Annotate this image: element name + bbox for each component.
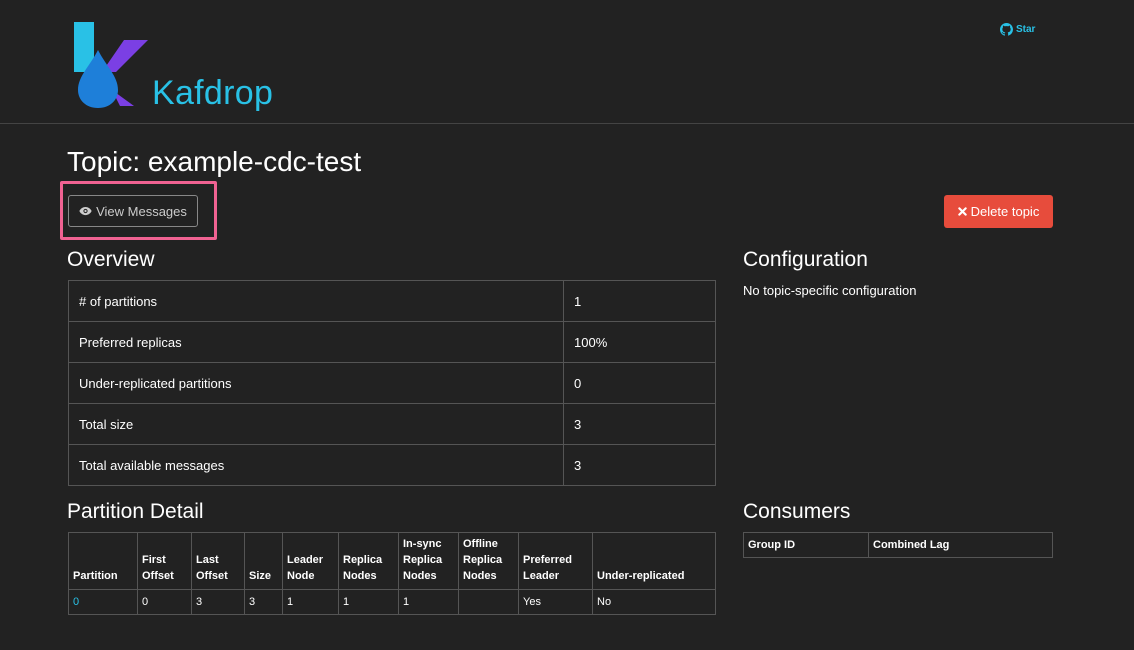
overview-key: Total available messages <box>68 444 564 486</box>
table-row: # of partitions 1 <box>68 280 716 322</box>
overview-value: 100% <box>563 321 716 363</box>
overview-value: 3 <box>563 444 716 486</box>
eye-icon <box>79 206 92 216</box>
consumers-title: Consumers <box>743 500 851 523</box>
view-messages-button[interactable]: View Messages <box>68 195 198 227</box>
page-title: Topic: example-cdc-test <box>67 146 362 177</box>
consumers-header-row: Group ID Combined Lag <box>743 532 1053 558</box>
size-cell: 3 <box>244 589 283 615</box>
overview-key: # of partitions <box>68 280 564 322</box>
github-icon <box>1000 23 1013 36</box>
preferred-leader-cell: Yes <box>518 589 593 615</box>
column-header-last-offset: Last Offset <box>191 532 245 590</box>
table-row: Preferred replicas 100% <box>68 321 716 363</box>
delete-topic-button[interactable]: Delete topic <box>944 195 1053 228</box>
consumers-table: Group ID Combined Lag <box>743 532 1053 558</box>
overview-value: 3 <box>563 403 716 445</box>
configuration-text: No topic-specific configuration <box>743 283 917 298</box>
table-row: 0 0 3 3 1 1 1 Yes No <box>68 589 716 615</box>
leader-node-cell: 1 <box>282 589 339 615</box>
column-header-group-id: Group ID <box>743 532 869 558</box>
under-replicated-cell: No <box>592 589 716 615</box>
partition-cell: 0 <box>68 589 138 615</box>
overview-key: Total size <box>68 403 564 445</box>
in-sync-replica-nodes-cell: 1 <box>398 589 459 615</box>
column-header-in-sync-replica-nodes: In-sync Replica Nodes <box>398 532 459 590</box>
column-header-combined-lag: Combined Lag <box>868 532 1053 558</box>
kafdrop-logo-icon <box>74 22 148 108</box>
column-header-under-replicated: Under-replicated <box>592 532 716 590</box>
github-star-button[interactable]: Star <box>1000 23 1035 36</box>
partition-detail-title: Partition Detail <box>67 500 204 523</box>
offline-replica-nodes-cell <box>458 589 519 615</box>
overview-key: Preferred replicas <box>68 321 564 363</box>
overview-value: 1 <box>563 280 716 322</box>
configuration-title: Configuration <box>743 248 868 271</box>
delete-topic-label: Delete topic <box>970 204 1040 219</box>
header: Kafdrop Star <box>0 0 1134 124</box>
overview-key: Under-replicated partitions <box>68 362 564 404</box>
view-messages-label: View Messages <box>96 203 187 219</box>
table-row: Total size 3 <box>68 403 716 445</box>
column-header-partition: Partition <box>68 532 138 590</box>
partition-table: Partition First Offset Last Offset Size Le… <box>68 532 716 615</box>
column-header-first-offset: First Offset <box>137 532 192 590</box>
column-header-preferred-leader: Preferred Leader <box>518 532 593 590</box>
table-row: Under-replicated partitions 0 <box>68 362 716 404</box>
overview-table: # of partitions 1 Preferred replicas 100… <box>68 280 716 486</box>
column-header-size: Size <box>244 532 283 590</box>
last-offset-cell: 3 <box>191 589 245 615</box>
brand-name[interactable]: Kafdrop <box>152 74 273 113</box>
column-header-leader-node: Leader Node <box>282 532 339 590</box>
partition-header-row: Partition First Offset Last Offset Size Le… <box>68 532 716 590</box>
column-header-offline-replica-nodes: Offline Replica Nodes <box>458 532 519 590</box>
table-row: Total available messages 3 <box>68 444 716 486</box>
first-offset-cell: 0 <box>137 589 192 615</box>
close-icon <box>957 207 967 216</box>
replica-nodes-cell: 1 <box>338 589 399 615</box>
overview-title: Overview <box>67 248 155 271</box>
github-star-label: Star <box>1016 24 1036 35</box>
overview-value: 0 <box>563 362 716 404</box>
column-header-replica-nodes: Replica Nodes <box>338 532 399 590</box>
partition-link[interactable]: 0 <box>73 596 79 608</box>
